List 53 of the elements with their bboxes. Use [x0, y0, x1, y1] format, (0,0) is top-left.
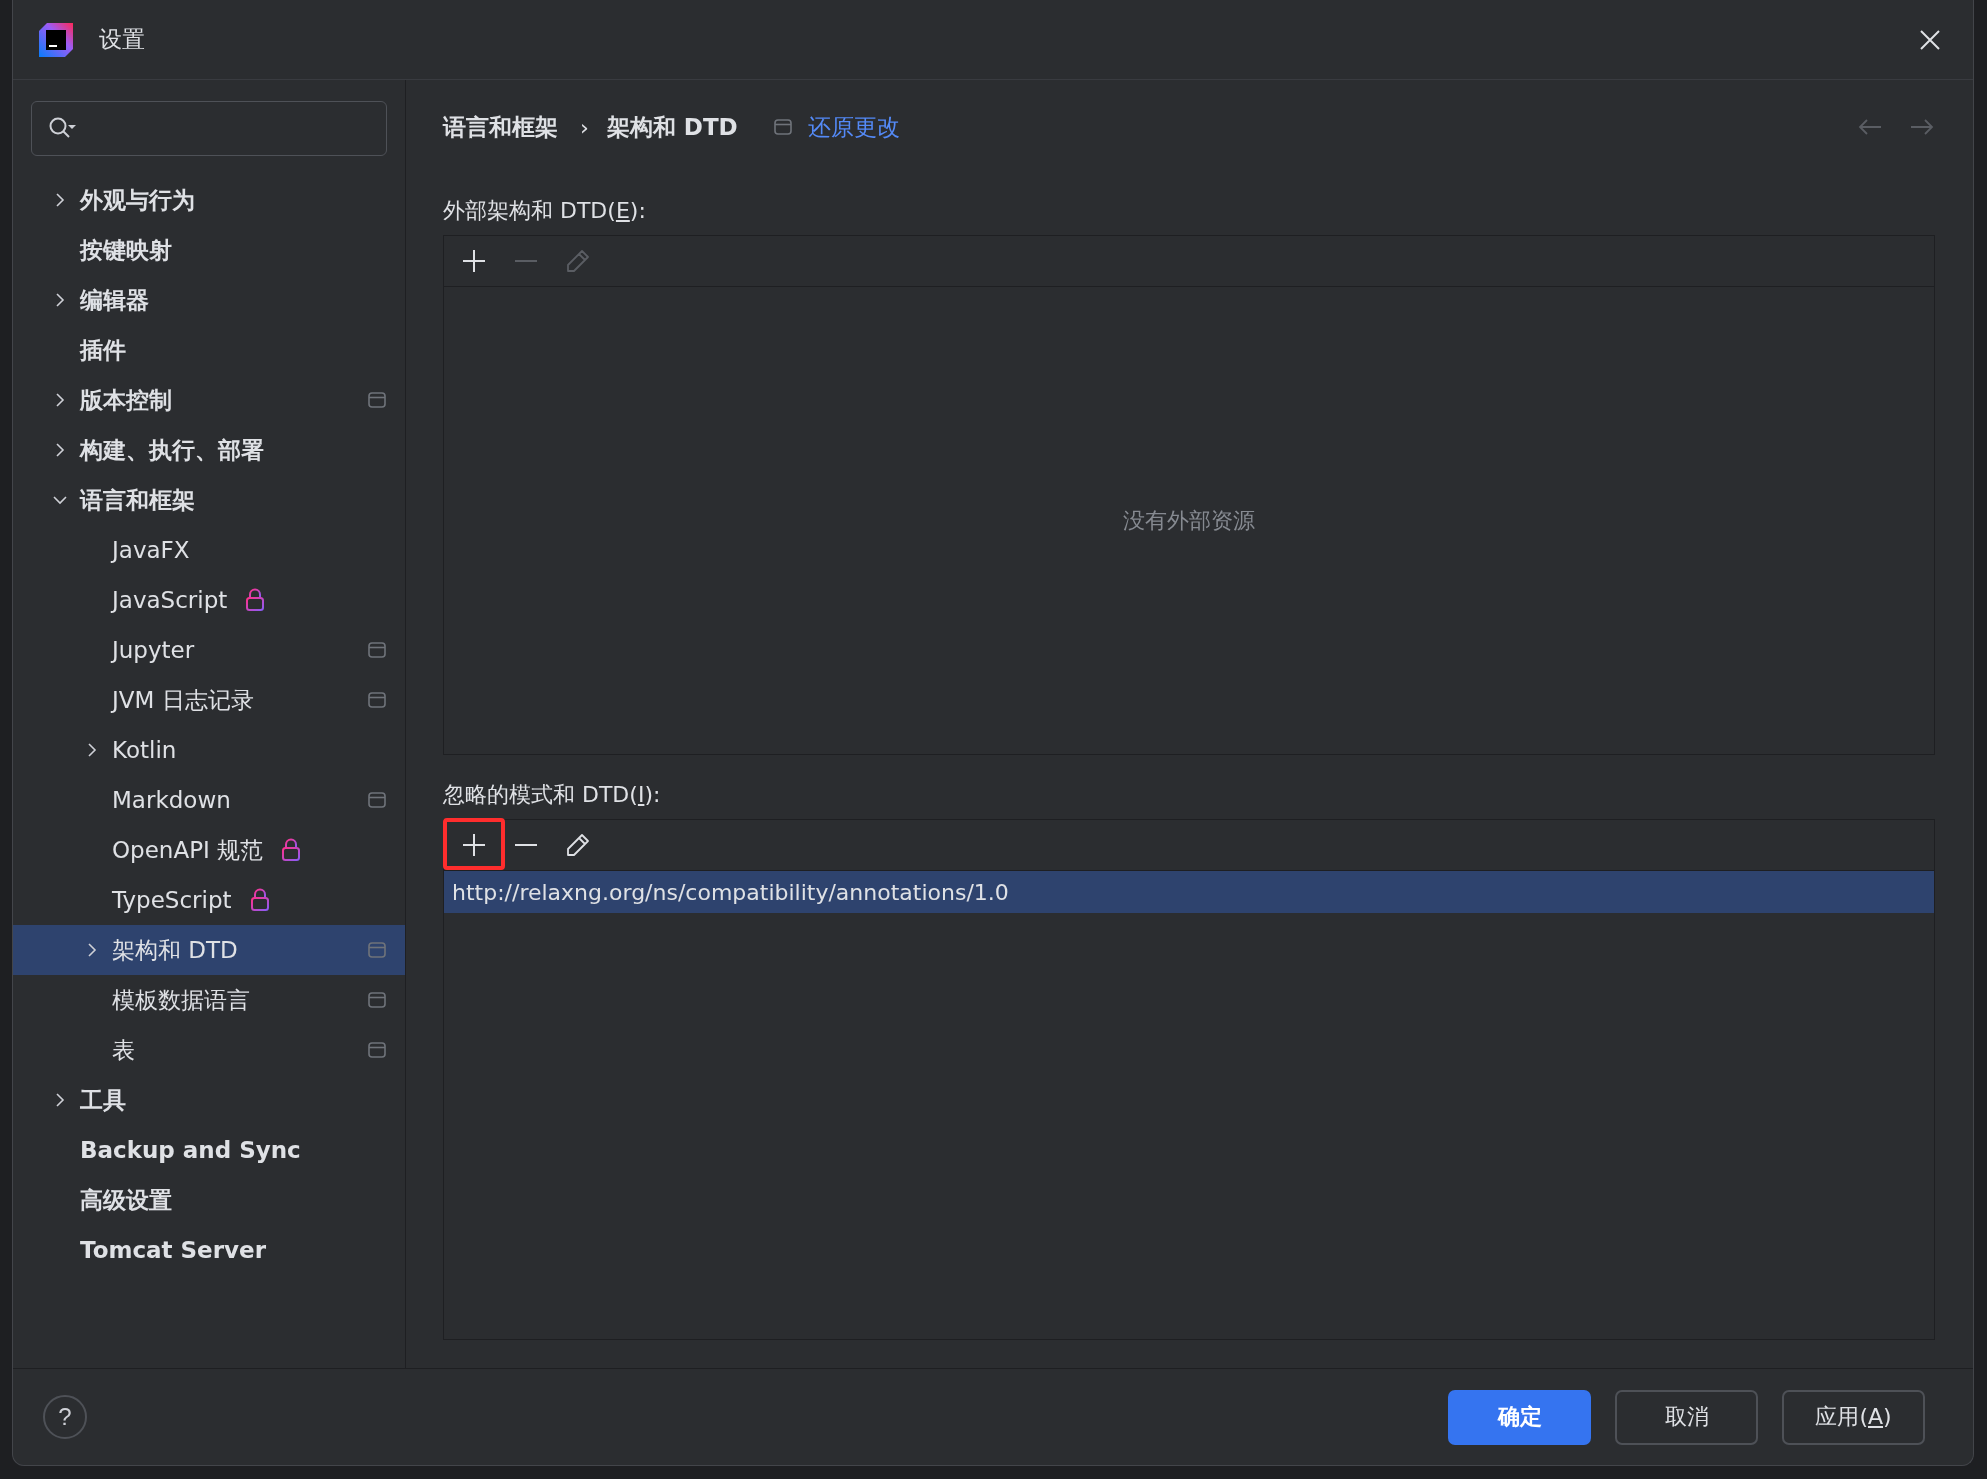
tree-item[interactable]: JavaFX	[13, 525, 405, 575]
tree-item[interactable]: 外观与行为	[13, 175, 405, 225]
tree-item[interactable]: 版本控制	[13, 375, 405, 425]
dialog-button[interactable]: 应用(A)	[1782, 1389, 1925, 1445]
chevron-down-icon[interactable]	[53, 493, 67, 507]
plus-icon	[461, 832, 487, 858]
dialog-button[interactable]: 取消	[1615, 1389, 1758, 1445]
tree-item[interactable]: Jupyter	[13, 625, 405, 675]
window-title: 设置	[99, 25, 145, 54]
minus-icon	[515, 844, 537, 846]
tree-item[interactable]: 模板数据语言	[13, 975, 405, 1025]
help-button[interactable]: ?	[43, 1395, 87, 1439]
section-label: 外部架构和 DTD(E):	[443, 197, 647, 225]
chevron-right-icon[interactable]	[53, 443, 67, 457]
plus-icon	[461, 248, 487, 274]
tree-item[interactable]: Tomcat Server	[13, 1225, 405, 1275]
tree-item[interactable]: OpenAPI 规范	[13, 825, 405, 875]
chevron-right-icon[interactable]	[53, 293, 67, 307]
section-label: 忽略的模式和 DTD(I):	[443, 781, 662, 809]
pencil-icon	[565, 248, 591, 274]
search-field[interactable]	[31, 101, 387, 156]
close-icon	[1919, 28, 1941, 51]
tree-item[interactable]: Markdown	[13, 775, 405, 825]
tree-item[interactable]: TypeScript	[13, 875, 405, 925]
chevron-right-icon[interactable]	[53, 193, 67, 207]
tree-item[interactable]: 构建、执行、部署	[13, 425, 405, 475]
tree-item[interactable]: 工具	[13, 1075, 405, 1125]
tree-item[interactable]: 按键映射	[13, 225, 405, 275]
tree-item[interactable]: Kotlin	[13, 725, 405, 775]
breadcrumb-item[interactable]: 语言和框架	[443, 111, 558, 143]
tree-item[interactable]: 编辑器	[13, 275, 405, 325]
chevron-right-icon[interactable]	[53, 393, 67, 407]
list-row[interactable]: http://relaxng.org/ns/compatibility/annotations/1.0	[444, 871, 1934, 913]
minus-icon	[515, 260, 537, 262]
breadcrumb-separator: ›	[580, 114, 589, 140]
reset-link[interactable]: 还原更改	[807, 111, 900, 143]
tree-item[interactable]: JavaScript	[13, 575, 405, 625]
chevron-right-icon[interactable]	[85, 743, 99, 757]
tree-item[interactable]: 插件	[13, 325, 405, 375]
chevron-right-icon[interactable]	[53, 1093, 67, 1107]
chevron-right-icon[interactable]	[85, 943, 99, 957]
breadcrumb-item: 架构和 DTD	[606, 112, 738, 142]
tree-item[interactable]: 架构和 DTD	[13, 925, 405, 975]
tree-item[interactable]: JVM 日志记录	[13, 675, 405, 725]
tree-item[interactable]: 表	[13, 1025, 405, 1075]
pencil-icon	[565, 832, 591, 858]
window-icon	[773, 119, 792, 135]
app-logo-icon	[39, 22, 73, 57]
tree-item[interactable]: 高级设置	[13, 1175, 405, 1225]
empty-state-text: 没有外部资源	[1123, 506, 1255, 535]
tree-item[interactable]: 语言和框架	[13, 475, 405, 525]
ok-button[interactable]: 确定	[1448, 1389, 1591, 1445]
tree-item[interactable]: Backup and Sync	[13, 1125, 405, 1175]
